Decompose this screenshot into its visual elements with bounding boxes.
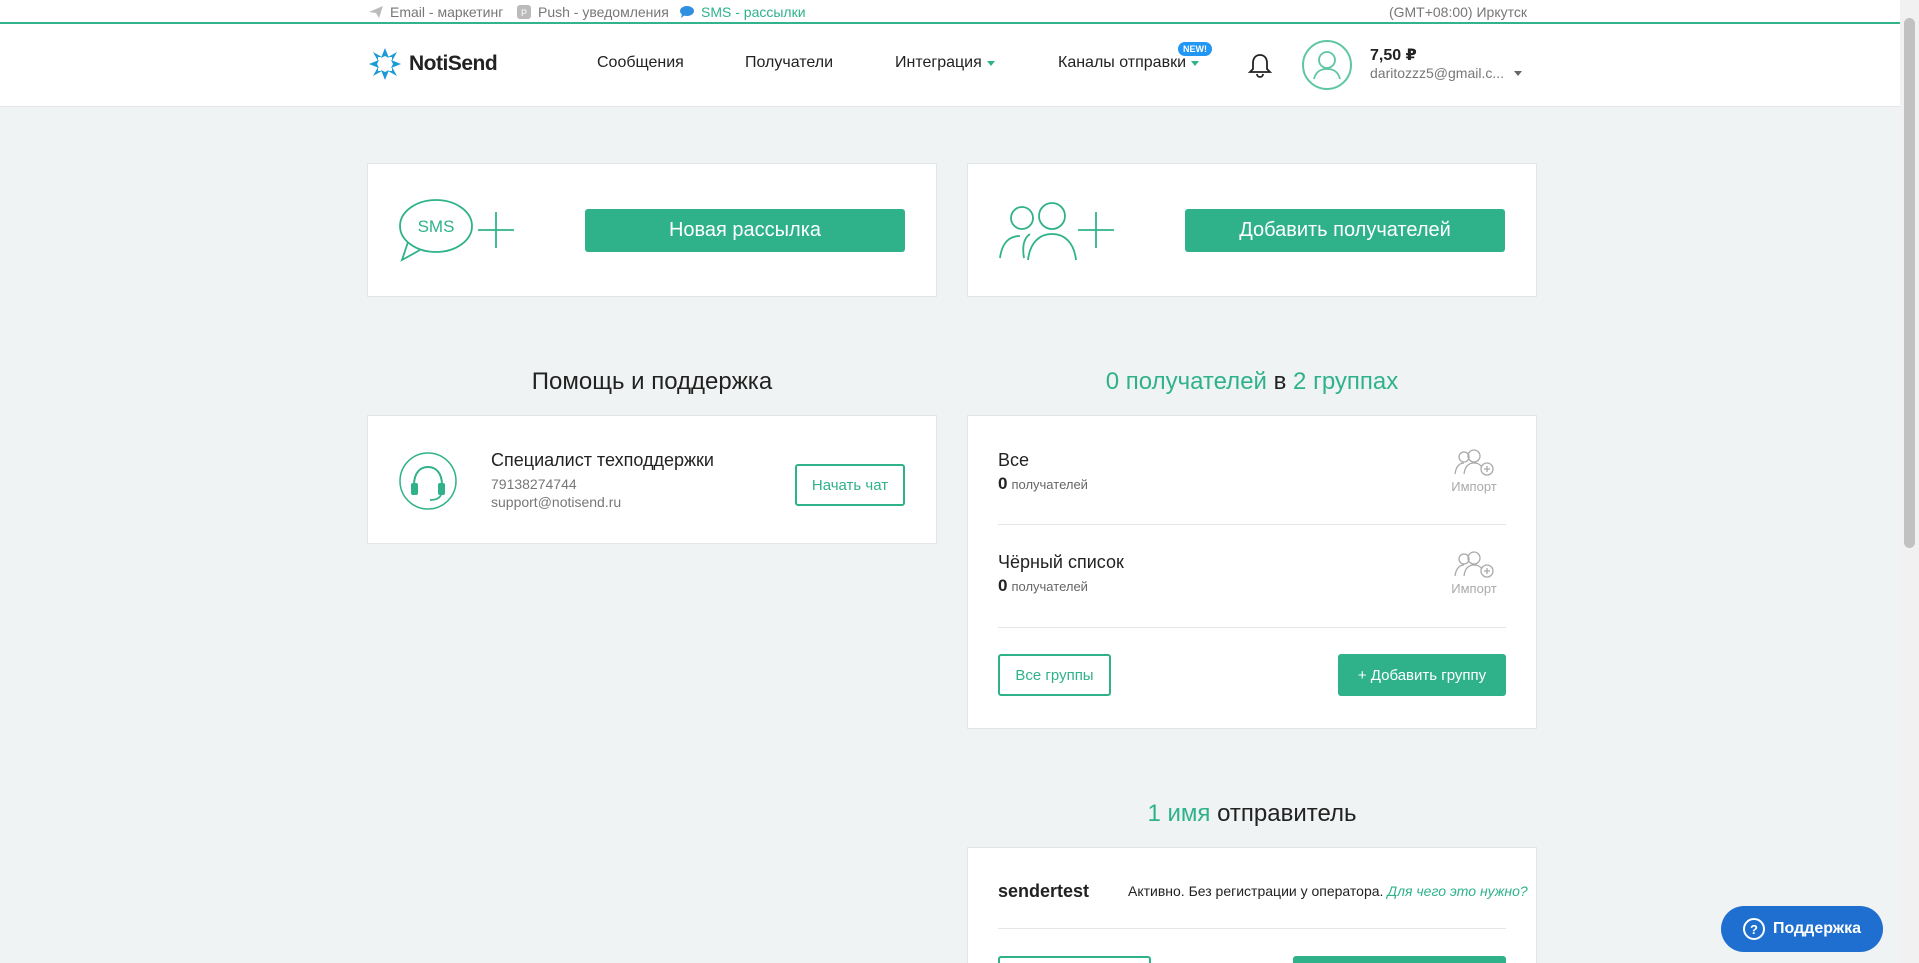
- recipients-card: Все 0 получателей Импорт Чёрный список 0п…: [967, 415, 1537, 729]
- headset-icon: [399, 452, 457, 510]
- support-phone: 79138274744: [491, 476, 577, 492]
- svg-text:P: P: [521, 8, 527, 18]
- import-blacklist-button[interactable]: Импорт: [1444, 550, 1504, 596]
- sender-status: Активно. Без регистрации у оператора. Дл…: [1128, 883, 1528, 899]
- nav-channels[interactable]: Каналы отправки: [1058, 54, 1200, 72]
- timezone-label[interactable]: (GMT+08:00) Иркутск: [1389, 4, 1527, 20]
- avatar[interactable]: [1302, 40, 1352, 90]
- chevron-down-icon: [1191, 60, 1200, 66]
- account-menu[interactable]: daritozzz5@gmail.c...: [1370, 65, 1523, 81]
- senders-title: 1 имя отправитель: [1147, 800, 1357, 827]
- nav-integration[interactable]: Интеграция: [895, 54, 995, 72]
- all-groups-button[interactable]: Все группы: [998, 654, 1111, 696]
- sender-help-link[interactable]: Для чего это нужно?: [1387, 883, 1527, 899]
- chevron-down-icon: [986, 60, 995, 66]
- nav-recipients[interactable]: Получатели: [745, 54, 833, 72]
- question-icon: ?: [1742, 918, 1765, 940]
- paper-plane-icon: [369, 6, 383, 18]
- add-users-icon: [999, 202, 1114, 261]
- support-title: Помощь и поддержка: [531, 368, 773, 395]
- add-recipients-button[interactable]: Добавить получателей: [1185, 209, 1505, 252]
- main-header: NotiSend Сообщения Получатели Интеграция…: [0, 24, 1900, 107]
- bell-icon[interactable]: [1245, 50, 1275, 80]
- support-card: Специалист техподдержки 79138274744 supp…: [367, 415, 937, 544]
- scrollbar-thumb[interactable]: [1904, 18, 1915, 548]
- channel-push[interactable]: P Push - уведомления: [516, 4, 669, 20]
- push-icon: P: [517, 5, 531, 19]
- logo-icon: [369, 48, 401, 80]
- group-name-blacklist[interactable]: Чёрный список: [998, 552, 1124, 573]
- import-all-button[interactable]: Импорт: [1444, 448, 1504, 494]
- logo[interactable]: NotiSend: [367, 46, 498, 82]
- sender-primary-button[interactable]: [1293, 956, 1506, 963]
- sender-name: sendertest: [998, 881, 1090, 901]
- add-recipients-card: Добавить получателей: [967, 163, 1537, 297]
- balance[interactable]: 7,50 ₽: [1370, 45, 1417, 65]
- support-name: Специалист техподдержки: [491, 450, 714, 470]
- chat-bubble-icon: [680, 6, 694, 18]
- page-scrollbar[interactable]: [1900, 0, 1919, 963]
- nav-messages[interactable]: Сообщения: [597, 54, 684, 72]
- recipients-title: 0 получателей в 2 группах: [1105, 368, 1399, 395]
- import-users-icon: [1454, 551, 1494, 578]
- new-badge: NEW!: [1178, 42, 1212, 56]
- sender-secondary-button[interactable]: [998, 956, 1151, 963]
- group-name-all[interactable]: Все: [998, 450, 1029, 471]
- chevron-down-icon: [1514, 70, 1523, 76]
- new-mailing-card: SMS Новая рассылка: [367, 163, 937, 297]
- account-email: daritozzz5@gmail.c...: [1370, 65, 1505, 81]
- new-mailing-button[interactable]: Новая рассылка: [585, 209, 905, 252]
- logo-text: NotiSend: [409, 52, 498, 75]
- divider: [998, 928, 1506, 929]
- senders-card: sendertest Активно. Без регистрации у оп…: [967, 847, 1537, 963]
- import-users-icon: [1454, 449, 1494, 476]
- group-count-all: 0 получателей: [998, 474, 1088, 493]
- svg-text:SMS: SMS: [418, 217, 455, 236]
- add-group-button[interactable]: + Добавить группу: [1338, 654, 1506, 696]
- divider: [998, 524, 1506, 525]
- start-chat-button[interactable]: Начать чат: [795, 464, 905, 506]
- group-count-blacklist: 0 получателей: [998, 576, 1088, 595]
- sms-add-icon: SMS: [399, 199, 514, 262]
- user-icon: [1313, 51, 1341, 80]
- floating-support-button[interactable]: ? Поддержка: [1721, 906, 1883, 952]
- channel-strip: Email - маркетинг P Push - уведомления S…: [0, 0, 1900, 24]
- divider: [998, 627, 1506, 628]
- support-email[interactable]: support@notisend.ru: [491, 494, 621, 510]
- channel-sms[interactable]: SMS - рассылки: [679, 4, 806, 20]
- channel-email[interactable]: Email - маркетинг: [368, 4, 503, 20]
